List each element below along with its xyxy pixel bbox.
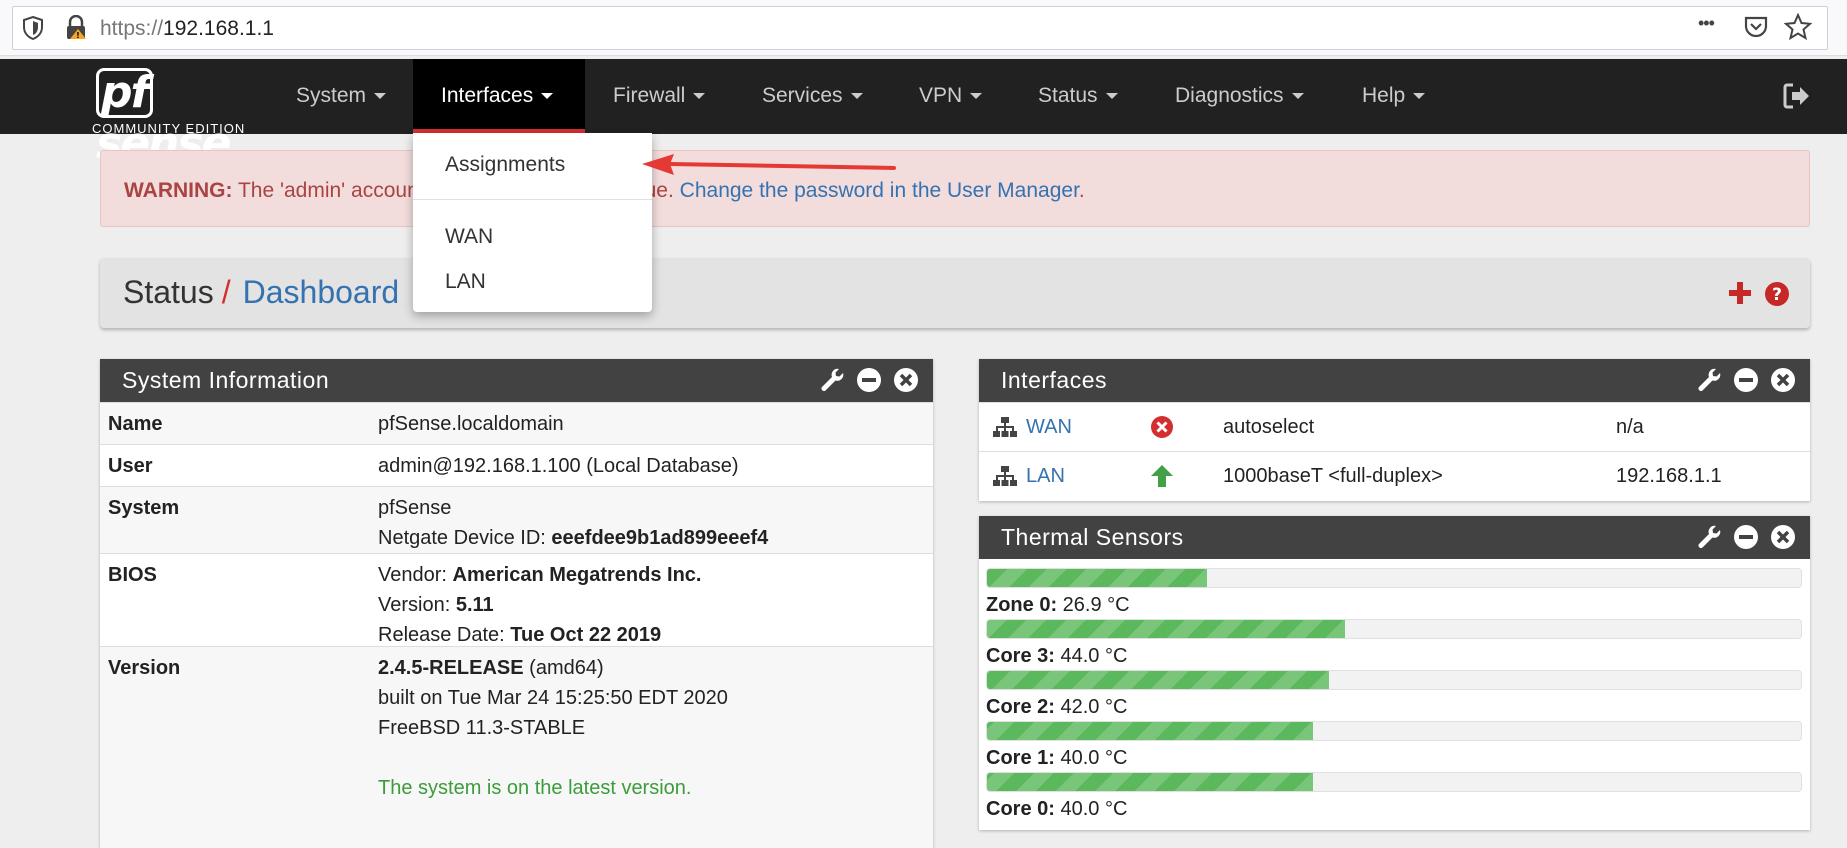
warning-prefix: WARNING:: [124, 179, 233, 202]
status-up-icon: [1151, 465, 1173, 487]
caret-down-icon: [970, 93, 983, 100]
network-icon: [993, 466, 1017, 486]
caret-down-icon: [693, 93, 706, 100]
address-bar[interactable]: [12, 6, 1828, 50]
interface-row-lan: LAN 1000baseT <full-duplex> 192.168.1.1: [979, 451, 1810, 501]
menu-divider: [413, 199, 652, 200]
close-icon[interactable]: [1770, 367, 1796, 393]
change-password-link[interactable]: Change the password in the User Manager: [680, 179, 1079, 202]
menu-item-wan[interactable]: WAN: [445, 225, 493, 249]
caret-down-icon: [1291, 93, 1304, 100]
close-icon[interactable]: [893, 367, 919, 393]
star-icon[interactable]: [1784, 13, 1812, 41]
url-text[interactable]: https://192.168.1.1: [100, 17, 274, 41]
interfaces-panel: Interfaces WAN autoselect n/a LAN 1000ba…: [979, 359, 1810, 501]
svg-text:!: !: [76, 31, 80, 40]
shield-icon[interactable]: [22, 16, 44, 40]
thermal-sensors-panel: Thermal Sensors Zone 0: 26.9 °C Core 3: …: [979, 516, 1810, 830]
interface-row-wan: WAN autoselect n/a: [979, 402, 1810, 451]
interface-lan-link[interactable]: LAN: [1026, 465, 1065, 488]
interface-wan-link[interactable]: WAN: [1026, 416, 1072, 439]
minimize-icon[interactable]: [1733, 367, 1759, 393]
caret-down-icon: [1105, 93, 1118, 100]
panel-title: System Information: [122, 367, 330, 393]
main-navbar: pfsense COMMUNITY EDITION System Interfa…: [0, 59, 1847, 169]
caret-down-icon: [541, 93, 554, 100]
logout-icon[interactable]: [1782, 81, 1812, 111]
more-icon[interactable]: •••: [1698, 13, 1715, 34]
sensor-bar: [986, 670, 1802, 690]
nav-firewall[interactable]: Firewall: [585, 59, 733, 134]
update-status: The system is on the latest version.: [378, 777, 692, 799]
help-icon[interactable]: ?: [1764, 281, 1790, 307]
pfsense-logo[interactable]: pfsense COMMUNITY EDITION: [92, 67, 262, 169]
annotation-arrow: [642, 154, 896, 175]
sysinfo-row-system: System pfSense Netgate Device ID: eeefde…: [100, 486, 933, 553]
nav-system[interactable]: System: [268, 59, 414, 134]
panel-title: Thermal Sensors: [1001, 524, 1184, 550]
sysinfo-row-name: Name pfSense.localdomain: [100, 402, 933, 444]
nav-help[interactable]: Help: [1334, 59, 1453, 134]
wrench-icon[interactable]: [819, 367, 845, 393]
network-icon: [993, 417, 1017, 437]
sensor-bar: [986, 568, 1802, 588]
pocket-icon[interactable]: [1743, 14, 1769, 40]
system-information-panel: System Information Name pfSense.localdom…: [100, 359, 933, 848]
nav-interfaces[interactable]: Interfaces: [413, 59, 585, 134]
caret-down-icon: [1413, 93, 1426, 100]
warning-alert: WARNING: The 'admin' accountefault value…: [100, 150, 1810, 227]
lock-icon[interactable]: !: [64, 15, 88, 41]
nav-diagnostics[interactable]: Diagnostics: [1147, 59, 1332, 134]
minimize-icon[interactable]: [1733, 524, 1759, 550]
nav-vpn[interactable]: VPN: [891, 59, 1010, 134]
close-icon[interactable]: [1770, 524, 1796, 550]
plus-icon[interactable]: [1727, 280, 1753, 306]
browser-toolbar: ! https://192.168.1.1 •••: [0, 0, 1847, 56]
sysinfo-row-bios: BIOS Vendor: American Megatrends Inc. Ve…: [100, 553, 933, 646]
caret-down-icon: [850, 93, 863, 100]
menu-item-lan[interactable]: LAN: [445, 270, 486, 294]
panel-title: Interfaces: [1001, 367, 1107, 393]
minimize-icon[interactable]: [856, 367, 882, 393]
breadcrumb-section: Status: [123, 274, 214, 310]
menu-item-assignments[interactable]: Assignments: [445, 153, 565, 177]
nav-status[interactable]: Status: [1010, 59, 1146, 134]
breadcrumb: Status / Dashboard: [100, 258, 1810, 328]
breadcrumb-dashboard-link[interactable]: Dashboard: [243, 274, 400, 310]
interfaces-dropdown-menu: Assignments WAN LAN: [413, 133, 652, 312]
nav-services[interactable]: Services: [734, 59, 891, 134]
sensor-bar: [986, 772, 1802, 792]
svg-text:?: ?: [1772, 285, 1782, 305]
wrench-icon[interactable]: [1696, 524, 1722, 550]
logo-subtitle: COMMUNITY EDITION: [92, 121, 246, 136]
wrench-icon[interactable]: [1696, 367, 1722, 393]
sensor-bar: [986, 619, 1802, 639]
caret-down-icon: [374, 93, 387, 100]
sysinfo-row-user: User admin@192.168.1.100 (Local Database…: [100, 444, 933, 486]
status-down-icon: [1151, 416, 1173, 438]
sysinfo-row-version: Version 2.4.5-RELEASE (amd64) built on T…: [100, 646, 933, 848]
sensor-bar: [986, 721, 1802, 741]
